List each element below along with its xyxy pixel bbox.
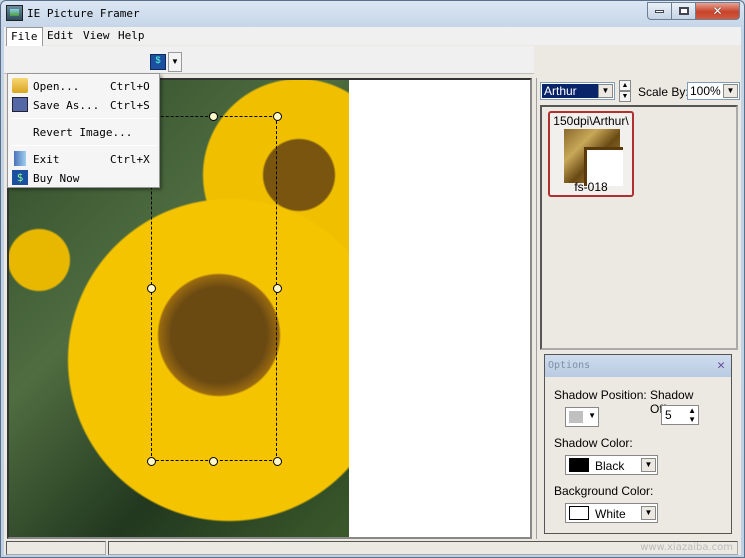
options-title-bar: Options ✕ — [545, 355, 731, 377]
shadow-position-swatch — [569, 411, 583, 423]
spin-up-icon[interactable]: ▲ — [619, 80, 631, 91]
floppy-disk-icon — [12, 97, 28, 112]
shadow-color-select[interactable]: Black ▼ — [565, 455, 658, 475]
menu-help[interactable]: Help — [114, 29, 149, 42]
menu-item-save-as[interactable]: Save As... Ctrl+S — [8, 96, 159, 114]
crop-selection[interactable] — [151, 116, 277, 461]
crop-handle-top-right[interactable] — [273, 112, 282, 121]
exit-door-icon — [14, 151, 26, 166]
app-window: IE Picture Framer ✕ File Edit View Help … — [0, 0, 745, 558]
frames-panel: Arthur ▼ ▲ ▼ Scale By: 100% ▼ 150dpi\Art… — [536, 78, 741, 539]
dollar-icon: $ — [12, 170, 28, 185]
menu-item-buy-now[interactable]: $ Buy Now — [8, 169, 159, 187]
menu-view[interactable]: View — [79, 29, 114, 42]
menu-item-label: Save As... — [33, 99, 100, 112]
crop-handle-bottom-right[interactable] — [273, 457, 282, 466]
spin-down-icon[interactable]: ▼ — [619, 91, 631, 102]
close-icon: ✕ — [712, 4, 723, 18]
minimize-button[interactable] — [647, 2, 672, 20]
caption-buttons: ✕ — [647, 2, 740, 20]
scale-value: 100% — [690, 84, 721, 98]
menu-item-revert-image[interactable]: Revert Image... — [8, 123, 159, 141]
maximize-button[interactable] — [672, 2, 696, 20]
scale-select[interactable]: 100% ▼ — [687, 82, 740, 100]
background-color-label: Background Color: — [554, 484, 654, 498]
options-title: Options — [548, 360, 591, 371]
shadow-position-select[interactable]: ▼ — [565, 407, 599, 427]
frame-collection-select[interactable]: Arthur ▼ — [540, 82, 615, 100]
chevron-down-icon[interactable]: ▼ — [598, 84, 613, 98]
buy-toolbar-icon[interactable]: $ — [150, 54, 166, 70]
minimize-icon — [655, 9, 664, 13]
chevron-down-icon: ▼ — [588, 411, 596, 420]
chevron-down-icon[interactable]: ▼ — [723, 84, 738, 98]
menu-item-open[interactable]: Open... Ctrl+O — [8, 77, 159, 95]
menu-edit[interactable]: Edit — [43, 29, 78, 42]
frame-thumbnail — [564, 129, 623, 186]
background-color-swatch — [569, 506, 589, 520]
toolbar-dropdown-arrow[interactable]: ▼ — [168, 52, 182, 72]
status-pane-1 — [6, 541, 106, 555]
menu-item-shortcut: Ctrl+X — [110, 153, 150, 166]
menu-item-label: Exit — [33, 153, 60, 166]
frames-list: 150dpi\Arthur\ fs-018 — [540, 105, 738, 350]
app-icon — [6, 5, 23, 21]
menu-item-label: Revert Image... — [33, 126, 133, 139]
menu-item-exit[interactable]: Exit Ctrl+X — [8, 150, 159, 168]
menu-item-shortcut: Ctrl+O — [110, 80, 150, 93]
frame-path: 150dpi\Arthur\ — [553, 114, 629, 128]
toolbar: $ ▼ — [4, 46, 534, 74]
frame-collection-value: Arthur — [542, 84, 598, 98]
open-folder-icon — [12, 78, 28, 93]
shadow-offset-stepper[interactable]: 5 ▲ ▼ — [661, 405, 699, 425]
background-color-value: White — [595, 507, 626, 521]
crop-handle-left[interactable] — [147, 284, 156, 293]
chevron-down-icon[interactable]: ▼ — [641, 458, 656, 472]
title-bar: IE Picture Framer ✕ — [1, 1, 744, 27]
crop-handle-bottom[interactable] — [209, 457, 218, 466]
shadow-color-swatch — [569, 458, 589, 472]
menu-separator — [11, 145, 157, 146]
options-panel: Options ✕ Shadow Position: Shadow Offset… — [544, 354, 732, 534]
menu-item-shortcut: Ctrl+S — [110, 99, 150, 112]
menu-item-label: Open... — [33, 80, 80, 93]
scale-label: Scale By: — [638, 85, 689, 99]
shadow-offset-value: 5 — [665, 408, 672, 422]
shadow-color-label: Shadow Color: — [554, 436, 633, 450]
menu-item-label: Buy Now — [33, 172, 80, 185]
maximize-icon — [678, 7, 689, 15]
crop-handle-right[interactable] — [273, 284, 282, 293]
status-bar: www.xiazaiba.com — [4, 539, 741, 555]
client-area: File Edit View Help $ ▼ Arthur ▼ ▲ ▼ Sca… — [4, 27, 741, 555]
background-color-select[interactable]: White ▼ — [565, 503, 658, 523]
frame-name: fs-018 — [574, 180, 608, 194]
menu-separator — [11, 118, 157, 119]
crop-handle-top[interactable] — [209, 112, 218, 121]
collection-spinner[interactable]: ▲ ▼ — [619, 80, 631, 102]
menu-bar: File Edit View Help — [4, 27, 741, 47]
file-menu-dropdown: Open... Ctrl+O Save As... Ctrl+S Revert … — [7, 73, 160, 188]
spin-icon[interactable]: ▲ ▼ — [688, 406, 696, 424]
frame-tile[interactable]: 150dpi\Arthur\ fs-018 — [548, 111, 634, 197]
close-icon[interactable]: ✕ — [717, 358, 725, 373]
shadow-position-label: Shadow Position: — [554, 388, 647, 402]
close-button[interactable]: ✕ — [696, 2, 740, 20]
menu-file[interactable]: File — [6, 27, 43, 47]
window-title: IE Picture Framer — [27, 7, 140, 20]
watermark: www.xiazaiba.com — [640, 542, 733, 553]
chevron-down-icon[interactable]: ▼ — [641, 506, 656, 520]
shadow-color-value: Black — [595, 459, 625, 473]
crop-handle-bottom-left[interactable] — [147, 457, 156, 466]
